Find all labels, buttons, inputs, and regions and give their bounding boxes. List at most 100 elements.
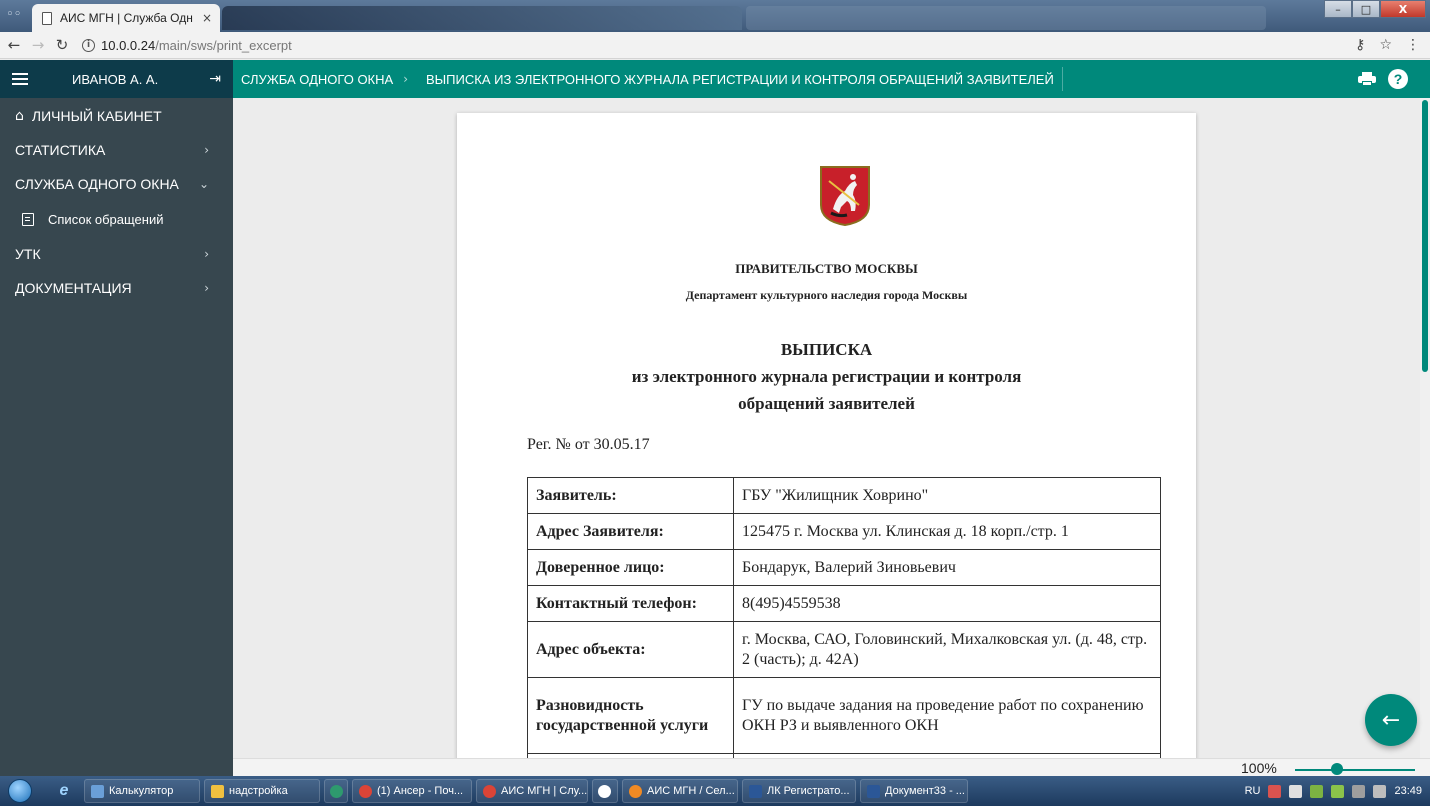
taskbar-item-label: Калькулятор xyxy=(109,785,174,797)
address-bar-actions: ⚷ ☆ ⋮ xyxy=(1355,37,1420,53)
sidebar-item-label: УТК xyxy=(15,246,41,262)
key-icon[interactable]: ⚷ xyxy=(1355,37,1365,53)
taskbar-item-yandex[interactable] xyxy=(592,779,618,803)
sidebar-item-utk[interactable]: УТК › xyxy=(0,237,233,271)
table-key: Доверенное лицо: xyxy=(527,549,734,586)
tab-close-icon[interactable]: × xyxy=(202,11,212,25)
minimize-button[interactable]: – xyxy=(1324,0,1352,18)
logout-icon[interactable]: ⇥ xyxy=(209,71,221,87)
chrome-icon xyxy=(483,784,496,798)
zoom-slider-track[interactable] xyxy=(1295,769,1415,771)
taskbar-item-label: АИС МГН | Слу... xyxy=(501,785,588,797)
chevron-down-icon: ⌄ xyxy=(198,177,209,191)
table-row: Адрес Заявителя: 125475 г. Москва ул. Кл… xyxy=(527,513,1161,550)
home-icon: ⌂ xyxy=(15,108,24,124)
back-fab-button[interactable]: ← xyxy=(1365,694,1417,746)
system-tray: RU 23:49 xyxy=(1245,776,1422,806)
table-value: 125475 г. Москва ул. Клинская д. 18 корп… xyxy=(733,513,1161,550)
table-row: Заявитель: ГБУ "Жилищник Ховрино" xyxy=(527,477,1161,514)
start-button[interactable] xyxy=(0,776,40,806)
tray-volume-icon[interactable] xyxy=(1373,784,1387,798)
browser-profile-icon[interactable]: ◦◦ xyxy=(6,7,28,25)
document-org: ПРАВИТЕЛЬСТВО МОСКВЫ xyxy=(735,261,918,276)
language-indicator[interactable]: RU xyxy=(1245,785,1261,797)
applicant-info-table: Заявитель: ГБУ "Жилищник Ховрино" Адрес … xyxy=(527,477,1161,758)
taskbar-item-app[interactable] xyxy=(324,779,348,803)
scrollbar-thumb[interactable] xyxy=(1422,100,1428,372)
sidebar-item-requests-list[interactable]: Список обращений xyxy=(0,201,233,237)
table-key: Адрес Заявителя: xyxy=(527,513,734,550)
tab-title: АИС МГН | Служба Одн xyxy=(60,11,193,25)
content-scrollbar[interactable] xyxy=(1420,98,1430,758)
table-value: Бондарук, Валерий Зиновьевич xyxy=(733,549,1161,586)
taskbar-item-label: ЛК Регистрато... xyxy=(767,785,850,797)
back-arrow-icon[interactable]: ← xyxy=(4,36,24,54)
breadcrumb-divider xyxy=(1061,67,1063,91)
table-key: Адрес объекта: xyxy=(527,621,734,678)
help-icon[interactable]: ? xyxy=(1388,69,1408,89)
document-sheet: ПРАВИТЕЛЬСТВО МОСКВЫ Департамент культур… xyxy=(457,113,1196,758)
word-icon xyxy=(749,784,762,798)
table-value: ГБУ "Жилищник Ховрино" xyxy=(733,477,1161,514)
site-info-icon[interactable]: i xyxy=(82,38,95,52)
print-icon[interactable] xyxy=(1358,72,1376,86)
taskbar-item-calculator[interactable]: Калькулятор xyxy=(84,779,200,803)
sidebar-item-statistics[interactable]: СТАТИСТИКА › xyxy=(0,133,233,167)
tray-network-icon[interactable] xyxy=(1310,784,1324,798)
document-subtitle-1: из электронного журнала регистрации и ко… xyxy=(631,367,1022,386)
taskbar-item-word-2[interactable]: Документ33 - ... xyxy=(860,779,968,803)
breadcrumb-chevron-icon: › xyxy=(403,72,408,86)
content-area: ПРАВИТЕЛЬСТВО МОСКВЫ Департамент культур… xyxy=(233,98,1420,758)
zoom-slider-thumb[interactable] xyxy=(1331,763,1343,775)
tray-security-icon[interactable] xyxy=(1331,784,1345,798)
chrome-icon xyxy=(359,784,372,798)
browser-tab-inactive-2[interactable] xyxy=(746,6,1266,30)
table-row: Контактный телефон: 8(495)4559538 xyxy=(527,585,1161,622)
user-name: ИВАНОВ А. А. xyxy=(72,71,159,87)
chevron-right-icon: › xyxy=(204,143,209,157)
internet-explorer-icon[interactable]: e xyxy=(52,780,76,802)
hamburger-menu-icon[interactable] xyxy=(12,73,28,85)
taskbar-item-label: (1) Ансер - Поч... xyxy=(377,785,464,797)
table-key: Разновидность государственной услуги xyxy=(527,677,734,754)
top-bar-actions: ? xyxy=(1358,69,1408,89)
table-key: Контактный телефон: xyxy=(527,585,734,622)
chevron-right-icon: › xyxy=(204,247,209,261)
reload-icon[interactable]: ↻ xyxy=(52,36,72,54)
word-icon xyxy=(867,784,880,798)
taskbar-item-label: Документ33 - ... xyxy=(885,785,965,797)
forward-arrow-icon[interactable]: → xyxy=(28,36,48,54)
clock[interactable]: 23:49 xyxy=(1394,785,1422,797)
taskbar-item-chrome-ais[interactable]: АИС МГН | Слу... xyxy=(476,779,588,803)
browser-tab-inactive[interactable] xyxy=(222,6,742,30)
taskbar-item-word-1[interactable]: ЛК Регистрато... xyxy=(742,779,856,803)
windows-taskbar: e Калькулятор надстройка (1) Ансер - Поч… xyxy=(0,776,1430,806)
sidebar-item-documentation[interactable]: ДОКУМЕНТАЦИЯ › xyxy=(0,271,233,305)
sidebar-header: ИВАНОВ А. А. ⇥ xyxy=(0,60,233,98)
breadcrumb-item-sws[interactable]: СЛУЖБА ОДНОГО ОКНА xyxy=(241,72,393,87)
taskbar-item-folder[interactable]: надстройка xyxy=(204,779,320,803)
sidebar: ⌂ ЛИЧНЫЙ КАБИНЕТ СТАТИСТИКА › СЛУЖБА ОДН… xyxy=(0,98,233,776)
browser-tab-bar: ◦◦ АИС МГН | Служба Одн × – □ X xyxy=(0,0,1430,32)
calculator-icon xyxy=(91,784,104,798)
taskbar-item-firefox[interactable]: АИС МГН / Сел... xyxy=(622,779,738,803)
document-subtitle-2: обращений заявителей xyxy=(738,394,915,413)
tray-pdf-icon[interactable] xyxy=(1289,784,1303,798)
document-title: ВЫПИСКА xyxy=(780,340,873,359)
app-icon xyxy=(330,784,343,798)
taskbar-item-label: надстройка xyxy=(229,785,288,797)
table-value: ГУ по выдаче задания на проведение работ… xyxy=(733,677,1161,754)
browser-tab-active[interactable]: АИС МГН | Служба Одн × xyxy=(32,4,220,32)
moscow-coat-of-arms-icon xyxy=(820,166,870,227)
taskbar-item-chrome-mail[interactable]: (1) Ансер - Поч... xyxy=(352,779,472,803)
tray-flag-icon[interactable] xyxy=(1352,784,1366,798)
sidebar-item-cabinet[interactable]: ⌂ ЛИЧНЫЙ КАБИНЕТ xyxy=(0,99,233,133)
bookmark-star-icon[interactable]: ☆ xyxy=(1379,37,1392,53)
maximize-button[interactable]: □ xyxy=(1352,0,1380,18)
url-field[interactable]: 10.0.0.24/main/sws/print_excerpt xyxy=(101,38,292,53)
sidebar-item-label: СЛУЖБА ОДНОГО ОКНА xyxy=(15,176,179,192)
menu-dots-icon[interactable]: ⋮ xyxy=(1406,37,1420,53)
tray-app-icon[interactable] xyxy=(1268,784,1282,798)
close-window-button[interactable]: X xyxy=(1380,0,1426,18)
sidebar-item-sws[interactable]: СЛУЖБА ОДНОГО ОКНА ⌄ xyxy=(0,167,233,201)
